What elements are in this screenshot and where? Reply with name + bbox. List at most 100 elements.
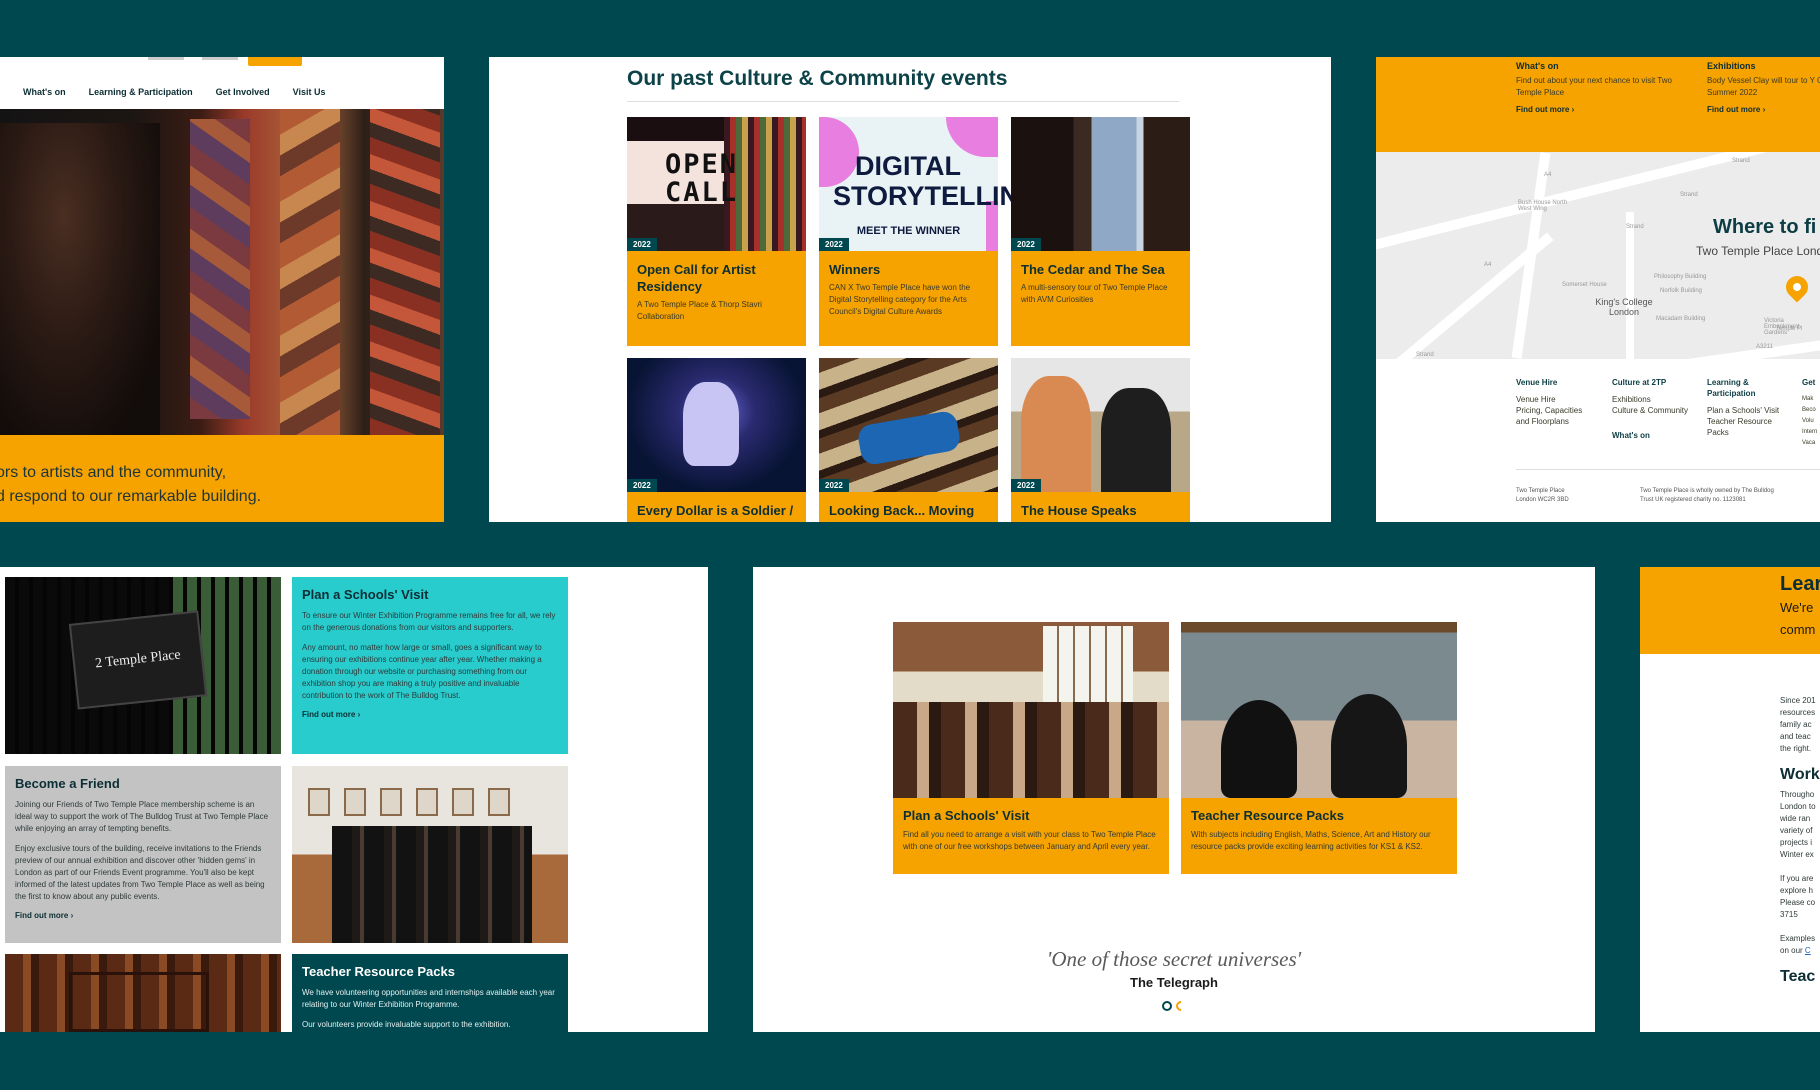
year-badge: 2022 [627,238,657,251]
footer-link[interactable]: Intern [1802,427,1817,438]
footer-heading: Get [1802,378,1816,387]
sign-text: 2 Temple Place [94,647,182,672]
schools-visit-card[interactable]: Plan a Schools' Visit Find all you need … [893,622,1169,874]
intro-line: We're [1780,600,1814,615]
tile-title: Plan a Schools' Visit [302,587,429,602]
find-out-more-link[interactable]: Find out more › [302,710,558,719]
body-line: family ac [1780,720,1812,729]
body-line: wide ran [1780,814,1811,823]
location-map[interactable]: Strand Strand Strand Strand A4 A4 A3211 … [1376,152,1820,359]
page-header-band: Lear We're comm [1640,567,1820,654]
year-badge: 2022 [819,479,849,492]
event-card[interactable]: 2022 The Cedar and The Sea A multi-senso… [1011,117,1190,346]
body-line-with-link: on our C [1780,945,1820,957]
event-thumbnail: 2022 [1011,358,1190,492]
footer-link[interactable]: Culture & Community [1612,405,1688,416]
carousel-dot-active[interactable] [1173,998,1189,1014]
person-figure [1101,388,1171,492]
nav-visit-us[interactable]: Visit Us [293,87,326,97]
nav-whats-on[interactable]: What's on [23,87,66,97]
temple-place-sign: 2 Temple Place [68,610,208,710]
event-card-body: Open Call for Artist Residency A Two Tem… [627,251,806,346]
footer-col-culture: Culture at 2TP Exhibitions Culture & Com… [1612,377,1688,447]
street-label: Strand [1626,224,1644,230]
hero-image [0,109,444,435]
chevron-right-icon: › [70,911,74,920]
map-subheading: Two Temple Place Lond [1696,244,1820,258]
find-out-more-link[interactable]: Find out more › [15,911,271,920]
person-figure [1021,376,1091,492]
place-label: Philosophy Building [1654,274,1707,280]
event-card[interactable]: DIGITAL STORYTELLING MEET THE WINNER 202… [819,117,1041,346]
chevron-right-icon: › [1571,105,1575,114]
event-card-body: Every Dollar is a Soldier / [627,492,806,522]
event-thumbnail: 2022 [627,358,806,492]
footer-link[interactable]: Teacher Resource Packs [1707,416,1793,438]
picture-frame [380,788,402,816]
intro-line: comm [1780,622,1816,637]
map-road [1666,334,1820,359]
event-card[interactable]: 2022 Looking Back... Moving [819,358,998,522]
event-card[interactable]: OPEN CALL 2022 Open Call for Artist Resi… [627,117,806,346]
street-label: Strand [1680,192,1698,198]
utility-link[interactable] [202,57,238,60]
tile-text: Any amount, no matter how large or small… [302,643,542,700]
intro-text-band: ors to artists and the community, d resp… [0,435,444,522]
tile-text: We have volunteering opportunities and i… [302,988,555,1009]
footer-link[interactable]: Mak [1802,394,1817,405]
intro-line: d respond to our remarkable building. [0,488,262,505]
learning-panel: Plan a Schools' Visit Find all you need … [753,567,1595,1032]
digital-storytelling-graphic: DIGITAL STORYTELLING [833,151,1041,211]
nav-get-involved[interactable]: Get Involved [216,87,270,97]
inline-link[interactable]: C [1805,946,1811,955]
become-friend-tile: Become a Friend Joining our Friends of T… [5,766,281,943]
utility-link[interactable] [148,57,184,60]
event-card-body: Winners CAN X Two Temple Place have won … [819,251,998,346]
place-label: Norfolk Building [1660,288,1703,294]
footer-map-panel: What's on Find out about your next chanc… [1376,57,1820,522]
card-body: Teacher Resource Packs With subjects inc… [1181,798,1457,874]
donate-button[interactable] [248,57,302,66]
footer-link[interactable]: Pricing, Capacities and Floorplans [1516,405,1586,427]
event-card[interactable]: 2022 Every Dollar is a Soldier / [627,358,806,522]
event-thumbnail: DIGITAL STORYTELLING MEET THE WINNER 202… [819,117,1041,251]
nav-learning[interactable]: Learning & Participation [89,87,193,97]
picture-frame [488,788,510,816]
child-figure [1331,694,1407,798]
card-title: Teacher Resource Packs [1191,808,1344,823]
event-title: Open Call for Artist Residency [637,262,756,294]
teacher-packs-card[interactable]: Teacher Resource Packs With subjects inc… [1181,622,1457,874]
card-title: Plan a Schools' Visit [903,808,1030,823]
place-label: King's College London [1595,297,1653,317]
footer-link[interactable]: Venue Hire [1516,394,1586,405]
footer-link[interactable]: Beco [1802,405,1817,416]
map-pin-icon[interactable] [1781,271,1813,303]
intro-line: ors to artists and the community, [0,464,227,481]
place-label: Macadam Building [1656,316,1706,322]
footer-heading: Venue Hire [1516,378,1558,387]
footer-link[interactable]: Exhibitions [1612,394,1688,405]
body-line: Since 201 [1780,696,1816,705]
body-line: projects i [1780,838,1813,847]
promo-desc: Find out about your next chance to visit… [1516,76,1672,97]
section-heading: Teac [1780,968,1816,985]
footer-col-get-involved: Get Mak Beco Volu Intern Vaca [1802,377,1817,449]
footer-link[interactable]: Vaca [1802,438,1817,449]
find-out-more-link[interactable]: Find out more › [1707,105,1820,114]
carousel-dot[interactable] [1162,1001,1172,1011]
body-text: on our [1780,946,1805,955]
footer-link[interactable]: Volu [1802,416,1817,427]
find-out-more-link[interactable]: Find out more › [1516,105,1676,114]
past-events-panel: Our past Culture & Community events OPEN… [489,57,1331,522]
event-card[interactable]: 2022 The House Speaks [1011,358,1190,522]
picture-frame [344,788,366,816]
card-desc: Find all you need to arrange a visit wit… [903,830,1156,851]
footer-heading-whats-on[interactable]: What's on [1612,430,1688,441]
place-label: Somerset House [1562,282,1607,288]
picture-frame [416,788,438,816]
event-card-body: The House Speaks [1011,492,1190,522]
footer-link[interactable]: Plan a Schools' Visit [1707,405,1793,416]
promo-title: Exhibitions [1707,61,1756,71]
homepage-panel: What's on Learning & Participation Get I… [0,57,444,522]
map-road [1626,212,1634,359]
